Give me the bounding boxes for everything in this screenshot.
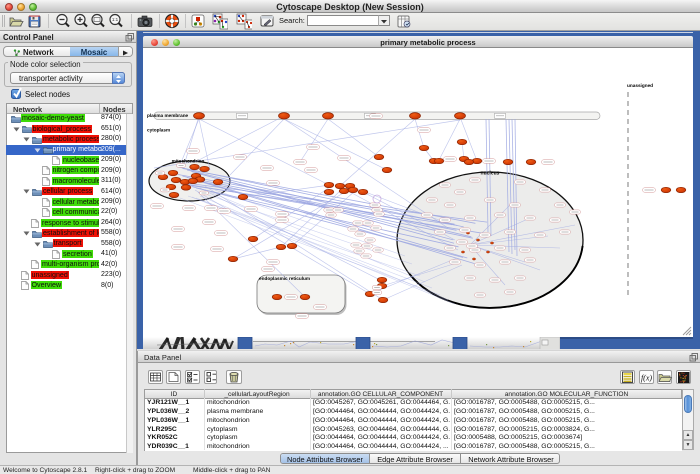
svg-text:f(x): f(x): [641, 374, 652, 383]
svg-text:unassigned: unassigned: [627, 83, 653, 88]
svg-text:nucleus: nucleus: [481, 171, 500, 177]
svg-text:mitochondrion: mitochondrion: [172, 159, 205, 164]
svg-text:endoplasmic reticulum: endoplasmic reticulum: [259, 276, 310, 281]
svg-text:plasma membrane: plasma membrane: [147, 113, 189, 118]
svg-text:cytoplasm: cytoplasm: [147, 128, 170, 133]
svg-text:1:1: 1:1: [112, 17, 119, 22]
